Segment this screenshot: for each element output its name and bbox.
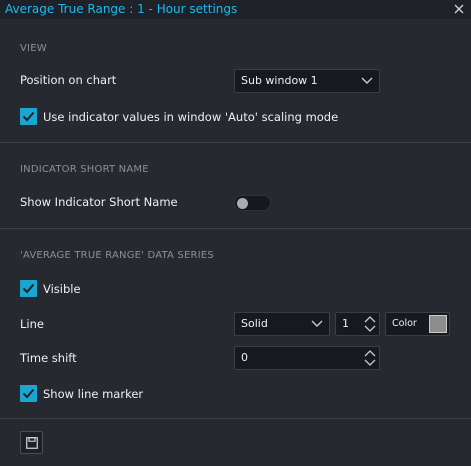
position-dropdown-value: Sub window 1: [241, 74, 318, 87]
position-on-chart-label: Position on chart: [20, 73, 117, 87]
auto-scaling-checkbox[interactable]: [20, 108, 37, 125]
color-picker-button[interactable]: Color: [385, 312, 450, 336]
chevron-down-icon: [311, 320, 323, 327]
show-short-name-toggle[interactable]: [234, 195, 271, 211]
checkmark-icon: [22, 283, 35, 294]
title-bar: Average True Range : 1 - Hour settings: [0, 0, 471, 19]
time-shift-stepper[interactable]: 0: [234, 346, 380, 370]
show-line-marker-checkbox[interactable]: [20, 385, 37, 402]
chevron-down-icon: [361, 77, 373, 84]
close-icon[interactable]: [451, 1, 467, 17]
checkmark-icon: [22, 111, 35, 122]
color-label: Color: [392, 318, 417, 329]
time-shift-value: 0: [241, 351, 248, 364]
line-style-dropdown[interactable]: Solid: [234, 312, 330, 336]
show-line-marker-label: Show line marker: [43, 387, 144, 401]
stepper-arrows-icon[interactable]: [364, 349, 376, 367]
line-style-value: Solid: [241, 317, 268, 330]
toggle-knob: [237, 198, 248, 209]
save-icon: [26, 437, 38, 449]
window-title: Average True Range : 1 - Hour settings: [5, 2, 238, 16]
section-heading-short-name: INDICATOR SHORT NAME: [20, 164, 149, 175]
section-heading-data-series: 'AVERAGE TRUE RANGE' DATA SERIES: [20, 250, 214, 261]
time-shift-label: Time shift: [20, 351, 77, 365]
position-dropdown[interactable]: Sub window 1: [234, 69, 380, 93]
show-short-name-label: Show Indicator Short Name: [20, 195, 178, 209]
divider: [0, 418, 471, 419]
visible-checkbox[interactable]: [20, 280, 37, 297]
stepper-arrows-icon[interactable]: [364, 315, 376, 333]
line-label: Line: [20, 317, 44, 331]
save-button[interactable]: [20, 431, 43, 454]
section-heading-view: VIEW: [20, 43, 47, 54]
auto-scaling-label: Use indicator values in window 'Auto' sc…: [43, 110, 339, 124]
checkmark-icon: [22, 388, 35, 399]
color-swatch: [429, 315, 447, 333]
visible-label: Visible: [43, 282, 81, 296]
divider: [0, 228, 471, 229]
line-width-stepper[interactable]: 1: [335, 312, 380, 336]
line-width-value: 1: [342, 317, 349, 330]
divider: [0, 142, 471, 143]
